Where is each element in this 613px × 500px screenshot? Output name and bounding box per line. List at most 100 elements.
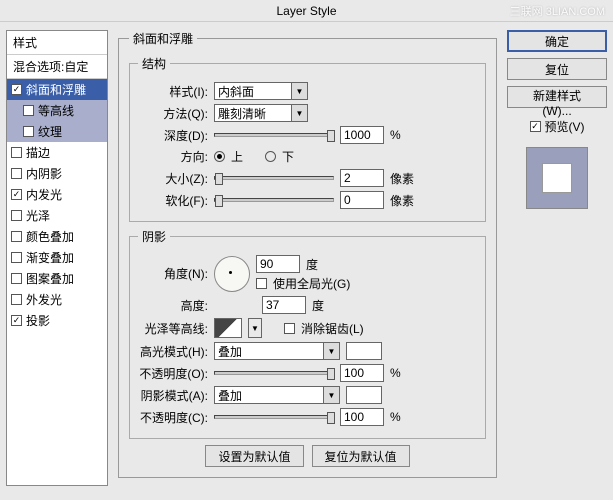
right-panel: 确定 复位 新建样式(W)... 预览(V) xyxy=(507,30,607,486)
new-style-button[interactable]: 新建样式(W)... xyxy=(507,86,607,108)
style-checkbox[interactable] xyxy=(23,105,34,116)
depth-slider[interactable] xyxy=(214,133,334,137)
highlight-color[interactable] xyxy=(346,342,382,360)
angle-input[interactable] xyxy=(256,255,300,273)
style-item[interactable]: 投影 xyxy=(7,310,107,331)
size-slider[interactable] xyxy=(214,176,334,180)
shading-group: 阴影 角度(N): 度 使用全局光(G) xyxy=(129,228,486,439)
style-label: 纹理 xyxy=(38,123,62,140)
chevron-down-icon[interactable]: ▼ xyxy=(324,386,340,404)
preview-checkbox[interactable] xyxy=(530,121,541,132)
style-checkbox[interactable] xyxy=(11,168,22,179)
direction-down-radio[interactable] xyxy=(265,151,276,162)
style-label: 描边 xyxy=(26,144,50,161)
style-combo[interactable]: ▼ xyxy=(214,82,308,100)
hopacity-label: 不透明度(O): xyxy=(138,365,208,382)
contour-label: 光泽等高线: xyxy=(138,320,208,337)
hopacity-input[interactable] xyxy=(340,364,384,382)
chevron-down-icon[interactable]: ▼ xyxy=(292,82,308,100)
reset-default-button[interactable]: 复位为默认值 xyxy=(312,445,410,467)
cancel-button[interactable]: 复位 xyxy=(507,58,607,80)
chevron-down-icon[interactable]: ▼ xyxy=(292,104,308,122)
style-checkbox[interactable] xyxy=(11,210,22,221)
blend-options[interactable]: 混合选项:自定 xyxy=(7,55,107,79)
style-checkbox[interactable] xyxy=(23,126,34,137)
angle-unit: 度 xyxy=(306,256,318,273)
angle-label: 角度(N): xyxy=(138,265,208,282)
style-item[interactable]: 外发光 xyxy=(7,289,107,310)
soften-unit: 像素 xyxy=(390,192,414,209)
altitude-input[interactable] xyxy=(262,296,306,314)
style-checkbox[interactable] xyxy=(11,273,22,284)
style-item[interactable]: 内阴影 xyxy=(7,163,107,184)
style-checkbox[interactable] xyxy=(11,189,22,200)
style-label: 斜面和浮雕 xyxy=(26,81,86,98)
contour-swatch[interactable] xyxy=(214,318,242,338)
style-item[interactable]: 纹理 xyxy=(7,121,107,142)
style-checkbox[interactable] xyxy=(11,252,22,263)
depth-label: 深度(D): xyxy=(138,127,208,144)
style-label: 等高线 xyxy=(38,102,74,119)
style-item[interactable]: 渐变叠加 xyxy=(7,247,107,268)
bevel-group: 斜面和浮雕 结构 样式(I): ▼ 方法(Q): ▼ xyxy=(118,30,497,478)
altitude-label: 高度: xyxy=(138,297,208,314)
smode-value[interactable] xyxy=(214,386,324,404)
style-item[interactable]: 颜色叠加 xyxy=(7,226,107,247)
method-value[interactable] xyxy=(214,104,292,122)
size-unit: 像素 xyxy=(390,170,414,187)
style-item[interactable]: 等高线 xyxy=(7,100,107,121)
style-checkbox[interactable] xyxy=(11,147,22,158)
sopacity-input[interactable] xyxy=(340,408,384,426)
direction-up-radio[interactable] xyxy=(214,151,225,162)
chevron-down-icon[interactable]: ▼ xyxy=(324,342,340,360)
sopacity-label: 不透明度(C): xyxy=(138,409,208,426)
style-label: 光泽 xyxy=(26,207,50,224)
style-label: 内发光 xyxy=(26,186,62,203)
styles-list: 样式 混合选项:自定 斜面和浮雕等高线纹理描边内阴影内发光光泽颜色叠加渐变叠加图… xyxy=(6,30,108,486)
preview-label: 预览(V) xyxy=(545,118,585,135)
style-item[interactable]: 内发光 xyxy=(7,184,107,205)
style-checkbox[interactable] xyxy=(11,315,22,326)
style-item[interactable]: 图案叠加 xyxy=(7,268,107,289)
structure-group: 结构 样式(I): ▼ 方法(Q): ▼ 深度(D): xyxy=(129,55,486,222)
style-checkbox[interactable] xyxy=(11,84,22,95)
antialias-label: 消除锯齿(L) xyxy=(301,320,364,337)
shading-legend: 阴影 xyxy=(138,228,170,245)
soften-input[interactable] xyxy=(340,191,384,209)
style-item[interactable]: 光泽 xyxy=(7,205,107,226)
style-label: 投影 xyxy=(26,312,50,329)
hmode-combo[interactable]: ▼ xyxy=(214,342,340,360)
style-label: 内阴影 xyxy=(26,165,62,182)
style-checkbox[interactable] xyxy=(11,231,22,242)
style-checkbox[interactable] xyxy=(11,294,22,305)
depth-input[interactable] xyxy=(340,126,384,144)
global-light-checkbox[interactable] xyxy=(256,278,267,289)
hopacity-slider[interactable] xyxy=(214,371,334,375)
style-item[interactable]: 斜面和浮雕 xyxy=(7,79,107,100)
preview-inner xyxy=(542,163,572,193)
soften-slider[interactable] xyxy=(214,198,334,202)
angle-control[interactable] xyxy=(214,256,250,292)
antialias-checkbox[interactable] xyxy=(284,323,295,334)
smode-label: 阴影模式(A): xyxy=(138,387,208,404)
sopacity-unit: % xyxy=(390,410,401,424)
size-label: 大小(Z): xyxy=(138,170,208,187)
style-item[interactable]: 描边 xyxy=(7,142,107,163)
style-label: 渐变叠加 xyxy=(26,249,74,266)
styles-header: 样式 xyxy=(7,31,107,55)
make-default-button[interactable]: 设置为默认值 xyxy=(205,445,303,467)
shadow-color[interactable] xyxy=(346,386,382,404)
altitude-unit: 度 xyxy=(312,297,324,314)
hmode-value[interactable] xyxy=(214,342,324,360)
chevron-down-icon[interactable]: ▼ xyxy=(248,318,262,338)
global-light-label: 使用全局光(G) xyxy=(273,275,350,292)
size-input[interactable] xyxy=(340,169,384,187)
soften-label: 软化(F): xyxy=(138,192,208,209)
method-combo[interactable]: ▼ xyxy=(214,104,308,122)
hopacity-unit: % xyxy=(390,366,401,380)
direction-label: 方向: xyxy=(138,148,208,165)
ok-button[interactable]: 确定 xyxy=(507,30,607,52)
smode-combo[interactable]: ▼ xyxy=(214,386,340,404)
style-value[interactable] xyxy=(214,82,292,100)
sopacity-slider[interactable] xyxy=(214,415,334,419)
